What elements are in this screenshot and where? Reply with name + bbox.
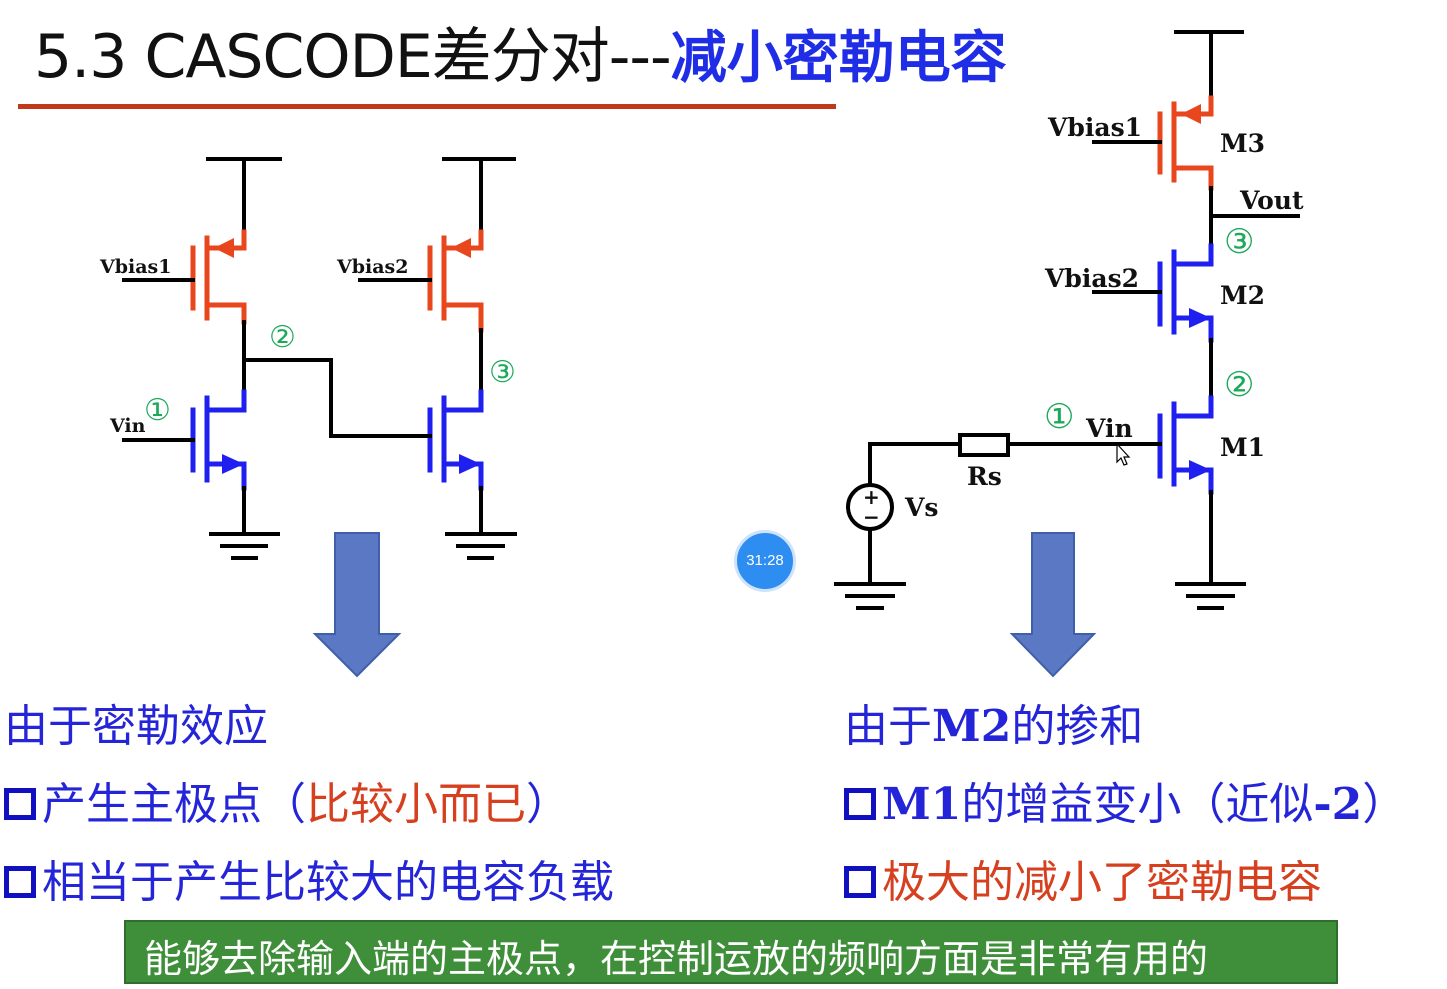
right-bullet-1: M1的增益变小（近似-2） xyxy=(844,768,1406,832)
right-heading-bold: M2 xyxy=(932,701,1012,752)
m3-pmos xyxy=(1157,95,1214,191)
left-circuit xyxy=(122,157,517,560)
right-heading-pre: 由于 xyxy=(844,701,932,752)
left-vbias1-label: Vbias1 xyxy=(99,256,171,278)
left-pmos-2 xyxy=(427,229,484,333)
checkbox-icon xyxy=(844,787,876,820)
right-bullet-1-end: ） xyxy=(1362,779,1407,830)
m2-label: M2 xyxy=(1220,281,1265,310)
right-bullet-2-text: 极大的减小了密勒电容 xyxy=(882,857,1322,908)
right-down-arrow xyxy=(1009,532,1097,678)
left-pmos-1 xyxy=(190,229,247,325)
left-vin-label: Vin xyxy=(109,415,146,437)
left-heading: 由于密勒效应 xyxy=(4,701,268,752)
right-node1-label: ① xyxy=(1044,397,1074,437)
source-minus-sign: − xyxy=(863,505,880,529)
right-heading: 由于M2的掺和 xyxy=(844,690,1143,754)
right-bullet-1-text: 的增益变小（近似 xyxy=(961,779,1314,830)
right-heading-post: 的掺和 xyxy=(1011,701,1144,752)
left-bullet-2: 相当于产生比较大的电容负载 xyxy=(4,846,614,910)
vout-label: Vout xyxy=(1239,186,1304,215)
recording-timer-badge[interactable]: 31:28 xyxy=(734,530,796,592)
m2-nmos xyxy=(1157,243,1214,343)
checkbox-icon xyxy=(4,865,36,898)
cursor-icon xyxy=(1116,442,1131,466)
left-bullet-1-end: ） xyxy=(526,779,570,830)
m1-nmos xyxy=(1157,395,1214,495)
left-bullet-1-red-text: 比较小而已 xyxy=(306,779,526,830)
right-bullet-2: 极大的减小了密勒电容 xyxy=(844,846,1322,910)
checkbox-icon xyxy=(844,865,876,898)
right-vbias2-label: Vbias2 xyxy=(1044,264,1139,293)
right-vbias1-label: Vbias1 xyxy=(1047,113,1142,142)
left-bullet-2-text: 相当于产生比较大的电容负载 xyxy=(42,857,614,908)
left-node3-label: ③ xyxy=(489,355,516,390)
summary-banner-text: 能够去除输入端的主极点，在控制运放的频响方面是非常有用的 xyxy=(144,937,1209,981)
right-node3-label: ③ xyxy=(1224,222,1254,262)
left-nmos-2 xyxy=(427,389,484,491)
right-bullet-1-bold: M1 xyxy=(882,779,962,830)
circuit-diagrams: Vbias1 Vbias2 Vin ① ② ③ Vbias1 M3 Vout ③… xyxy=(99,30,1304,678)
left-bullet-1: 产生主极点（比较小而已） xyxy=(4,768,570,832)
m1-label: M1 xyxy=(1220,433,1265,462)
vs-label: Vs xyxy=(904,493,938,522)
left-nmos-1 xyxy=(190,389,247,491)
left-vbias2-label: Vbias2 xyxy=(336,256,408,278)
left-node2-label: ② xyxy=(269,320,296,355)
left-bullet-1-text: 产生主极点（ xyxy=(42,779,306,830)
checkbox-icon xyxy=(4,787,36,820)
right-bullet-1-value: -2 xyxy=(1313,779,1363,830)
right-vin-label: Vin xyxy=(1085,414,1133,443)
left-node1-label: ① xyxy=(144,393,171,428)
rs-label: Rs xyxy=(967,462,1002,491)
left-down-arrow xyxy=(312,532,402,678)
right-node2-label: ② xyxy=(1224,365,1254,405)
summary-banner: 能够去除输入端的主极点，在控制运放的频响方面是非常有用的 xyxy=(124,920,1338,984)
m3-label: M3 xyxy=(1220,129,1265,158)
